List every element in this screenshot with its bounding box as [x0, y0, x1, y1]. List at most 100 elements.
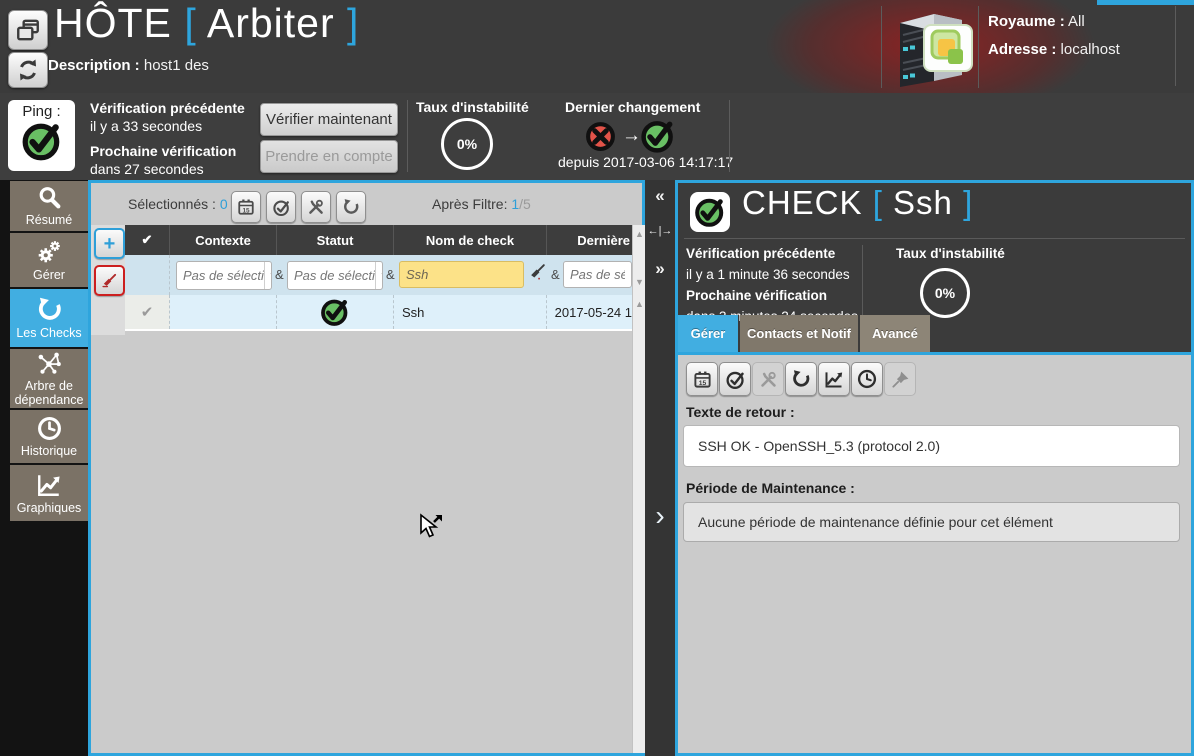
- ping-label: Ping :: [22, 103, 60, 120]
- sidebar-item-gerer[interactable]: Gérer: [10, 233, 88, 287]
- line-chart-icon: [824, 369, 844, 389]
- header-divider: [978, 6, 979, 88]
- chevron-down-icon: ▼: [375, 262, 383, 289]
- tab-contacts-et-notif[interactable]: Contacts et Notif: [740, 315, 858, 352]
- checks-table-panel: Sélectionnés : 0 15: [88, 180, 645, 756]
- check-circle-icon: [272, 198, 291, 217]
- timeperiod-button[interactable]: [851, 362, 883, 396]
- sidebar-item-historique[interactable]: Historique: [10, 410, 88, 463]
- windows-icon: [15, 17, 41, 43]
- sidebar-item-arbre-dependance[interactable]: Arbre de dépendance: [10, 349, 88, 408]
- refresh-button[interactable]: [8, 52, 48, 88]
- tools-icon: [307, 198, 325, 216]
- next-check-value: dans 27 secondes: [90, 160, 236, 178]
- chevron-down-icon: ▼: [264, 262, 272, 289]
- expand-right-icon[interactable]: »: [645, 259, 675, 279]
- retry-button[interactable]: [336, 191, 366, 223]
- next-check-label: Prochaine vérification: [90, 142, 236, 160]
- row-statut-cell: [277, 295, 394, 329]
- check-name: Ssh: [893, 184, 953, 221]
- collapse-left-icon[interactable]: «: [645, 186, 675, 206]
- pin-icon: [891, 370, 910, 389]
- sidebar-item-resume[interactable]: Résumé: [10, 181, 88, 231]
- row-name-cell: Ssh: [394, 295, 547, 329]
- check-detail-panel: CHECK [ Ssh ] Vérification précédente il…: [675, 180, 1194, 756]
- svg-text:15: 15: [242, 207, 250, 214]
- svg-text:15: 15: [698, 380, 706, 387]
- column-header-contexte[interactable]: Contexte: [170, 225, 277, 255]
- change-arrow-icon: →: [622, 125, 641, 147]
- and-separator: &: [275, 267, 284, 282]
- flapping-gauge: 0%: [920, 268, 970, 318]
- acknowledge-button[interactable]: [719, 362, 751, 396]
- sidebar-item-graphiques[interactable]: Graphiques: [10, 465, 88, 521]
- prev-check-label: Vérification précédente: [90, 99, 245, 117]
- pin-button-disabled[interactable]: [884, 362, 916, 396]
- undo-arrow-icon: [342, 198, 360, 216]
- header-divider: [1175, 6, 1176, 86]
- acknowledge-selection-button[interactable]: [266, 191, 296, 223]
- bracket-open: [: [873, 184, 883, 221]
- flapping-label: Taux d'instabilité: [896, 243, 1005, 264]
- critical-icon: [584, 120, 617, 158]
- tab-avance[interactable]: Avancé: [860, 315, 930, 352]
- top-accent-bar: [1097, 0, 1194, 5]
- filter-contexte-select[interactable]: Pas de sélecti ▼: [176, 261, 272, 290]
- selected-count: 0: [220, 196, 228, 212]
- magnifier-icon: [37, 185, 62, 210]
- last-change-since: depuis 2017-03-06 14:17:17: [558, 154, 733, 170]
- window-button[interactable]: [8, 10, 48, 50]
- row-derniere-cell: 2017-05-24 1: [547, 295, 632, 329]
- check-now-button[interactable]: Vérifier maintenant: [260, 103, 398, 136]
- column-header-statut[interactable]: Statut: [277, 225, 394, 255]
- clear-filters-button[interactable]: [94, 265, 125, 296]
- downtime-button[interactable]: 15: [231, 191, 261, 223]
- filter-derniere-input[interactable]: [563, 261, 632, 288]
- open-panel-arrow-icon[interactable]: ›: [645, 500, 675, 532]
- check-panel-content: 15: [678, 352, 1191, 753]
- flapping-label: Taux d'instabilité: [416, 98, 529, 116]
- sidebar-item-les-checks[interactable]: Les Checks: [10, 289, 88, 347]
- add-row-button[interactable]: +: [94, 228, 125, 259]
- row-select-cell[interactable]: ✔: [125, 295, 170, 329]
- broom-icon: [101, 272, 118, 289]
- output-text-input[interactable]: [683, 425, 1180, 467]
- filter-statut-select[interactable]: Pas de sélecti ▼: [287, 261, 383, 290]
- refresh-icon: [16, 58, 40, 82]
- retry-button[interactable]: [785, 362, 817, 396]
- page-title-entity: Arbiter: [207, 0, 335, 46]
- tools-button-disabled[interactable]: [752, 362, 784, 396]
- app-window: HÔTE [ Arbiter ] Description : host1 des: [0, 0, 1194, 756]
- tools-icon: [759, 370, 778, 389]
- resize-horizontal-icon[interactable]: ←|→: [645, 225, 675, 237]
- tools-button[interactable]: [301, 191, 331, 223]
- last-change-label: Dernier changement: [565, 98, 700, 116]
- downtime-button[interactable]: 15: [686, 362, 718, 396]
- column-header-nom-de-check[interactable]: Nom de check: [394, 225, 547, 255]
- next-check-label: Prochaine vérification: [686, 285, 858, 306]
- selected-count-line: Sélectionnés : 0: [128, 196, 228, 212]
- clear-name-filter-button[interactable]: [528, 262, 547, 286]
- undo-arrow-icon: [791, 369, 811, 389]
- column-header-derniere[interactable]: Dernière: [547, 225, 632, 255]
- prev-check-label: Vérification précédente: [686, 243, 858, 264]
- ping-status-box[interactable]: Ping :: [8, 100, 75, 171]
- bracket-close: ]: [963, 184, 973, 221]
- graph-button[interactable]: [818, 362, 850, 396]
- acknowledge-button[interactable]: Prendre en compte: [260, 140, 398, 173]
- table-scrollbar[interactable]: ▲ ▼ ▲: [632, 225, 646, 753]
- ok-check-icon: [694, 196, 726, 228]
- host-description: Description : host1 des: [48, 57, 209, 74]
- mouse-cursor: [418, 513, 444, 546]
- ok-check-icon: [640, 118, 676, 159]
- statusbar-divider: [407, 100, 408, 172]
- host-status-bar: Ping : Vérification précédente il y a 33…: [0, 93, 1194, 180]
- filter-name-input[interactable]: [399, 261, 524, 288]
- clock-icon: [37, 416, 62, 441]
- plus-icon: +: [104, 234, 116, 254]
- gears-icon: [36, 239, 62, 265]
- broom-icon: [528, 262, 547, 281]
- tab-gerer[interactable]: Gérer: [678, 315, 738, 352]
- column-header-select[interactable]: ✔: [125, 225, 170, 255]
- check-panel-header: CHECK [ Ssh ] Vérification précédente il…: [678, 183, 1191, 352]
